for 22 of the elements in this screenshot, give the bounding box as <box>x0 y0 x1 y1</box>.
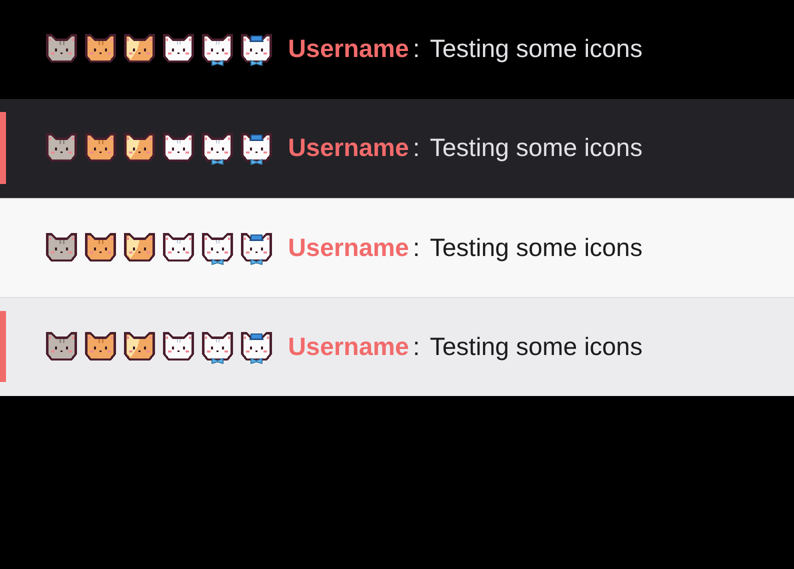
username: Username <box>288 234 409 262</box>
message-text: Testing some icons <box>430 332 642 362</box>
message-text: Testing some icons <box>430 134 642 163</box>
cat-icon <box>200 32 235 67</box>
cat-icon <box>200 230 235 266</box>
cat-icon <box>239 230 274 266</box>
cat-icon <box>239 330 274 364</box>
cat-icon <box>200 131 235 166</box>
separator: : <box>412 134 420 163</box>
separator: : <box>412 234 420 262</box>
cat-icon <box>239 131 274 166</box>
highlight-bar <box>0 112 6 184</box>
message-text: Testing some icons <box>430 234 642 262</box>
message-text: Testing some icons <box>430 35 642 64</box>
separator: : <box>412 35 420 64</box>
username: Username <box>288 35 409 64</box>
username: Username <box>288 134 409 163</box>
cat-icon <box>200 330 235 364</box>
highlight-bar <box>0 311 6 382</box>
cat-icon <box>239 32 274 67</box>
username: Username <box>288 332 409 362</box>
separator: : <box>412 332 420 362</box>
